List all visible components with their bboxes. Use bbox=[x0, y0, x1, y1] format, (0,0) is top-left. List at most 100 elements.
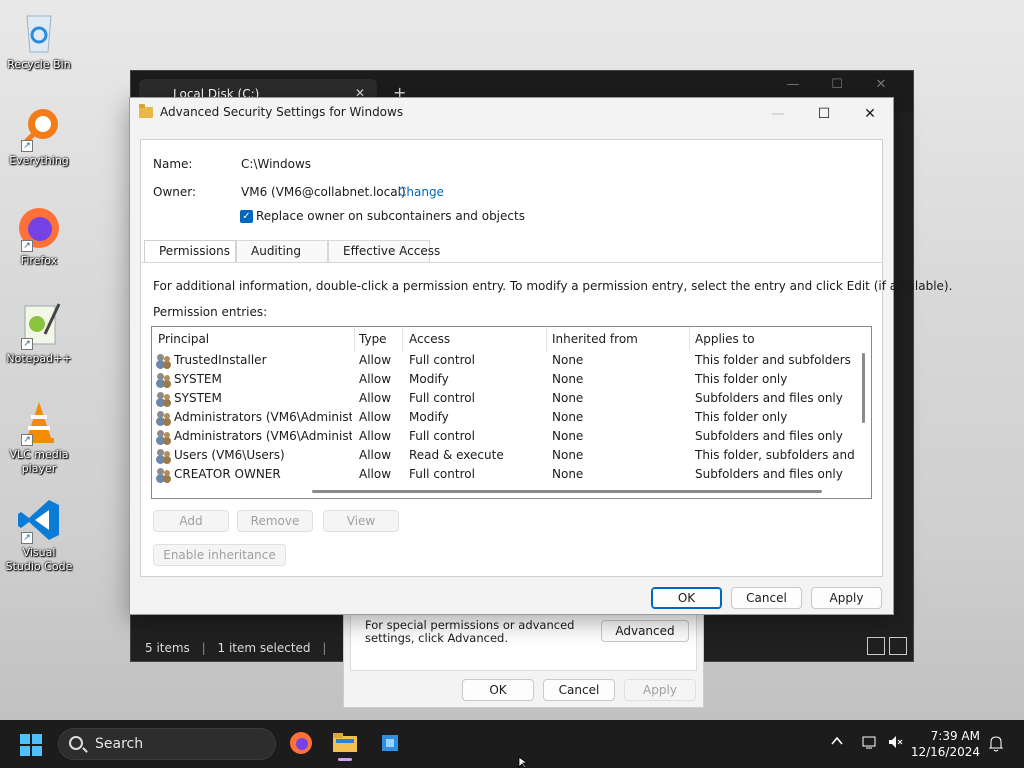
taskbar-network-app-icon[interactable] bbox=[377, 730, 403, 756]
view-toggle bbox=[863, 637, 907, 658]
replace-owner-label: Replace owner on subcontainers and objec… bbox=[256, 209, 525, 223]
row-principal: Administrators (VM6\Administr... bbox=[174, 410, 352, 424]
start-button[interactable] bbox=[20, 734, 42, 756]
row-type: Allow bbox=[359, 448, 392, 462]
column-type[interactable]: Type bbox=[359, 332, 387, 346]
maximize-button[interactable]: ☐ bbox=[801, 101, 847, 127]
properties-ok-button[interactable]: OK bbox=[462, 679, 534, 701]
advanced-button[interactable]: Advanced bbox=[601, 620, 689, 642]
dialog-title-bar: Advanced Security Settings for Windows —… bbox=[130, 98, 893, 128]
minimize-button[interactable]: — bbox=[771, 77, 815, 92]
table-row[interactable]: SYSTEM Allow Full control None Subfolder… bbox=[152, 389, 856, 408]
column-applies-to[interactable]: Applies to bbox=[695, 332, 755, 346]
advanced-security-dialog: Advanced Security Settings for Windows —… bbox=[129, 97, 952, 615]
row-inherited: None bbox=[552, 353, 584, 367]
row-applies: This folder only bbox=[695, 372, 788, 386]
row-type: Allow bbox=[359, 467, 392, 481]
dialog-title: Advanced Security Settings for Windows bbox=[160, 105, 404, 119]
row-type: Allow bbox=[359, 372, 392, 386]
row-access: Modify bbox=[409, 372, 449, 386]
table-row[interactable]: SYSTEM Allow Modify None This folder onl… bbox=[152, 370, 856, 389]
row-principal: CREATOR OWNER bbox=[174, 467, 281, 481]
user-group-icon bbox=[156, 411, 172, 424]
dialog-content: Name: C:\Windows Owner: VM6 (VM6@collabn… bbox=[140, 139, 952, 577]
table-row[interactable]: Users (VM6\Users) Allow Read & execute N… bbox=[152, 446, 856, 465]
column-inherited-from[interactable]: Inherited from bbox=[552, 332, 638, 346]
desktop-icon-label: Recycle Bin bbox=[7, 58, 71, 71]
tab-permissions[interactable]: Permissions bbox=[144, 240, 236, 263]
add-button[interactable]: Add bbox=[153, 510, 229, 532]
firefox-icon: ↗ bbox=[15, 204, 63, 252]
desktop-icon-everything[interactable]: ↗ Everything bbox=[4, 104, 74, 168]
details-view-icon[interactable] bbox=[867, 637, 885, 655]
row-principal: Administrators (VM6\Administr... bbox=[174, 429, 352, 443]
system-clock[interactable]: 7:39 AM 12/16/2024 bbox=[911, 728, 980, 760]
permission-entries-list[interactable]: Principal Type Access Inherited from App… bbox=[151, 326, 872, 499]
row-inherited: None bbox=[552, 429, 584, 443]
user-group-icon bbox=[156, 430, 172, 443]
user-group-icon bbox=[156, 468, 172, 481]
close-button[interactable]: ✕ bbox=[847, 101, 893, 127]
desktop-icon-vlc[interactable]: ↗ VLC media player bbox=[4, 398, 74, 476]
name-label: Name: bbox=[153, 157, 193, 171]
cancel-button[interactable]: Cancel bbox=[731, 587, 802, 609]
enable-inheritance-button[interactable]: Enable inheritance bbox=[153, 544, 286, 566]
owner-value: VM6 (VM6@collabnet.local) bbox=[241, 185, 406, 199]
info-text: For additional information, double-click… bbox=[153, 279, 953, 293]
row-applies: This folder and subfolders bbox=[695, 353, 851, 367]
taskbar-search[interactable]: Search bbox=[58, 728, 276, 760]
desktop-icon-notepad-plus-plus[interactable]: ↗ Notepad++ bbox=[4, 302, 74, 366]
table-row[interactable]: Administrators (VM6\Administr... Allow M… bbox=[152, 408, 856, 427]
view-button[interactable]: View bbox=[323, 510, 399, 532]
tab-auditing[interactable]: Auditing bbox=[236, 240, 328, 262]
change-owner-link[interactable]: Change bbox=[398, 185, 444, 199]
taskbar-file-explorer-icon[interactable] bbox=[332, 730, 358, 761]
clock-time: 7:39 AM bbox=[930, 729, 980, 743]
notification-bell-icon[interactable] bbox=[988, 734, 1004, 756]
properties-apply-button[interactable]: Apply bbox=[624, 679, 696, 701]
taskbar-firefox-icon[interactable] bbox=[288, 730, 314, 756]
network-icon[interactable] bbox=[862, 735, 878, 753]
tiles-view-icon[interactable] bbox=[889, 637, 907, 655]
row-applies: Subfolders and files only bbox=[695, 429, 843, 443]
row-principal: TrustedInstaller bbox=[174, 353, 267, 367]
desktop-icon-recycle-bin[interactable]: Recycle Bin bbox=[4, 8, 74, 72]
vscode-icon: ↗ bbox=[15, 496, 63, 544]
user-group-icon bbox=[156, 392, 172, 405]
column-access[interactable]: Access bbox=[409, 332, 450, 346]
vertical-scrollbar[interactable] bbox=[862, 353, 865, 423]
vlc-cone-icon: ↗ bbox=[15, 398, 63, 446]
recycle-bin-icon bbox=[15, 8, 63, 56]
chevron-up-icon[interactable] bbox=[830, 734, 844, 752]
replace-owner-checkbox[interactable]: ✓ bbox=[240, 210, 253, 223]
tab-effective-access[interactable]: Effective Access bbox=[328, 240, 440, 262]
desktop-icon-label: Notepad++ bbox=[6, 352, 72, 365]
windows-logo-icon bbox=[20, 734, 30, 744]
volume-muted-icon[interactable] bbox=[888, 735, 904, 753]
row-access: Full control bbox=[409, 391, 475, 405]
desktop-icon-vscode[interactable]: ↗ Visual Studio Code bbox=[4, 496, 74, 574]
row-type: Allow bbox=[359, 429, 392, 443]
status-selection: 1 item selected bbox=[217, 641, 311, 655]
user-group-icon bbox=[156, 373, 172, 386]
properties-cancel-button[interactable]: Cancel bbox=[543, 679, 615, 701]
row-principal: SYSTEM bbox=[174, 372, 222, 386]
table-row[interactable]: TrustedInstaller Allow Full control None… bbox=[152, 351, 856, 370]
apply-button[interactable]: Apply bbox=[811, 587, 882, 609]
desktop-icon-firefox[interactable]: ↗ Firefox bbox=[4, 204, 74, 268]
row-inherited: None bbox=[552, 372, 584, 386]
column-principal[interactable]: Principal bbox=[158, 332, 209, 346]
maximize-button[interactable]: ☐ bbox=[815, 77, 859, 92]
table-row[interactable]: CREATOR OWNER Allow Full control None Su… bbox=[152, 465, 856, 484]
minimize-button[interactable]: — bbox=[755, 101, 801, 127]
row-applies: Subfolders and files only bbox=[695, 467, 843, 481]
properties-dialog: For special permissions or advanced sett… bbox=[343, 612, 704, 708]
horizontal-scrollbar[interactable] bbox=[312, 490, 822, 493]
search-icon bbox=[69, 736, 83, 750]
ok-button[interactable]: OK bbox=[651, 587, 722, 609]
remove-button[interactable]: Remove bbox=[237, 510, 313, 532]
table-row[interactable]: Administrators (VM6\Administr... Allow F… bbox=[152, 427, 856, 446]
active-indicator bbox=[338, 758, 352, 761]
list-header: Principal Type Access Inherited from App… bbox=[152, 327, 871, 351]
close-button[interactable]: ✕ bbox=[859, 77, 903, 92]
